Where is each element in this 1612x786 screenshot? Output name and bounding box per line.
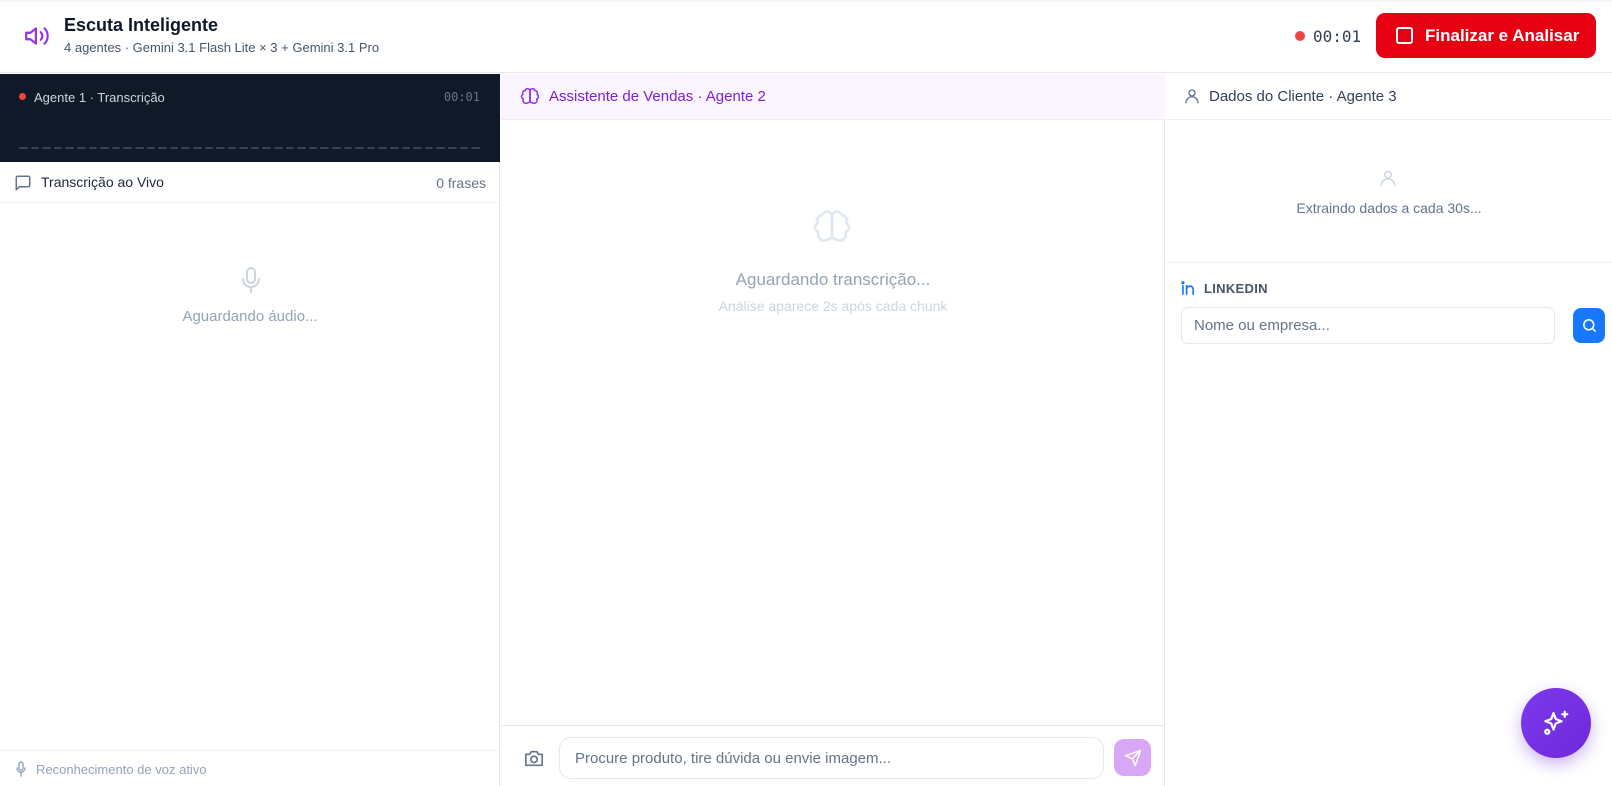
mic-icon [242,267,260,293]
chat-input[interactable] [559,737,1104,779]
sparkles-icon [1544,710,1569,735]
voice-status-footer: Reconhecimento de voz ativo [0,750,500,786]
finish-button-label: Finalizar e Analisar [1425,25,1580,45]
analysis-hint-text: Análise aparece 2s após cada chunk [718,298,948,314]
ai-assistant-fab[interactable] [1521,688,1591,758]
divider [1166,262,1612,263]
chat-bubble-icon [15,175,31,191]
linkedin-search-button[interactable] [1573,308,1605,343]
speaker-icon [25,27,49,45]
client-data-header: Dados do Cliente · Agente 3 [1166,74,1612,120]
mic-icon [16,761,26,777]
agent1-panel: Agente 1 · Transcrição 00:01 [0,74,500,162]
sales-assistant-header: Assistente de Vendas · Agente 2 [501,74,1165,120]
client-data-column: Dados do Cliente · Agente 3 Extraindo da… [1166,74,1612,786]
chat-composer [501,725,1165,786]
live-transcription-header: Transcrição ao Vivo 0 frases [0,162,500,203]
agent1-timer: 00:01 [443,90,480,104]
phrase-count: 0 frases [436,175,486,191]
recording-timer: 00:01 [1313,27,1362,46]
app-title: Escuta Inteligente [64,15,219,35]
transcription-column: Agente 1 · Transcrição 00:01 Transcrição… [0,74,500,786]
waiting-audio-text: Aguardando áudio... [182,308,318,325]
send-button[interactable] [1114,739,1151,776]
search-icon [1582,319,1596,332]
recording-indicator [1295,31,1305,41]
waiting-transcription-text: Aguardando transcrição... [735,270,931,289]
top-bar: Escuta Inteligente 4 agentes · Gemini 3.… [0,0,1612,73]
live-dot [19,93,26,100]
linkedin-search-input[interactable] [1181,307,1555,344]
client-data-title: Dados do Cliente · Agente 3 [1209,88,1397,105]
agent1-title: Agente 1 · Transcrição [34,90,165,105]
sales-assistant-title: Assistente de Vendas · Agente 2 [549,88,766,105]
linkedin-label: LINKEDIN [1204,281,1268,296]
live-transcription-title: Transcrição ao Vivo [41,174,164,190]
app-subtitle: 4 agentes · Gemini 3.1 Flash Lite × 3 + … [64,40,380,55]
audio-waveform [19,147,480,150]
send-icon [1124,749,1141,766]
user-icon [1185,89,1199,104]
linkedin-icon [1181,281,1195,295]
camera-icon[interactable] [523,748,545,768]
extracting-data-text: Extraindo dados a cada 30s... [1296,200,1482,216]
voice-status-text: Reconhecimento de voz ativo [36,762,207,777]
sales-assistant-column: Assistente de Vendas · Agente 2 Aguardan… [501,74,1165,786]
user-icon [1380,170,1396,187]
finish-and-analyze-button[interactable]: Finalizar e Analisar [1376,13,1596,58]
brain-icon [520,88,540,104]
brain-icon [813,210,851,242]
stop-icon [1396,27,1413,44]
